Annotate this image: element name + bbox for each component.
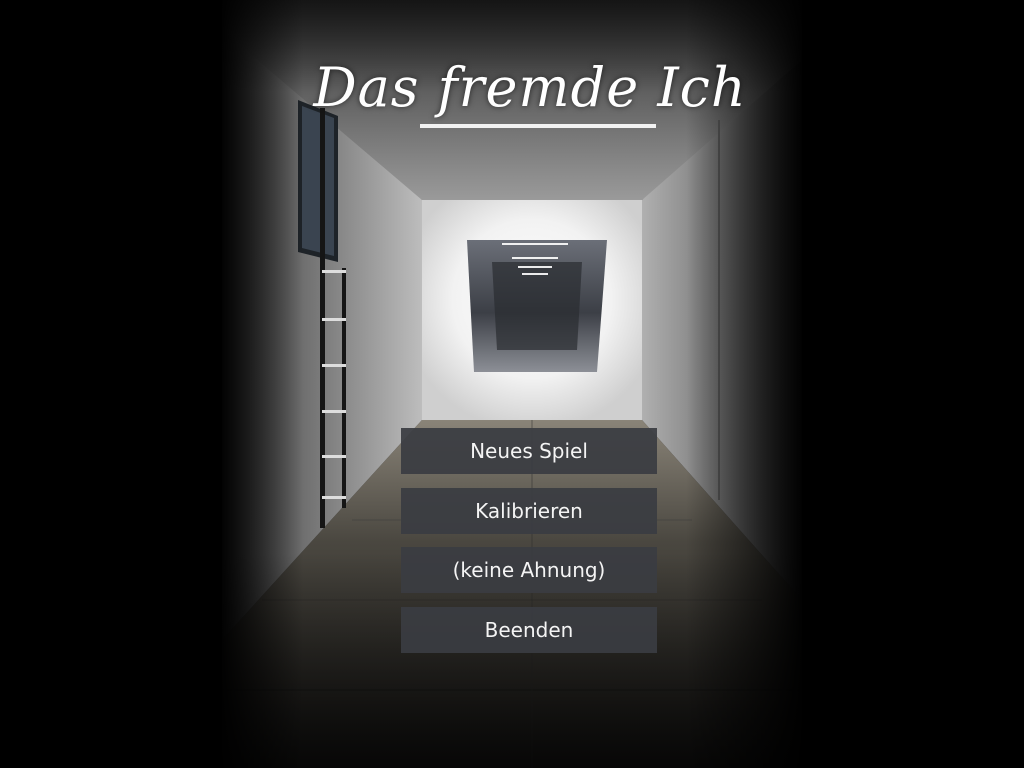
no-idea-button[interactable]: (keine Ahnung): [401, 547, 657, 593]
new-game-button[interactable]: Neues Spiel: [401, 428, 657, 474]
main-menu-screen: Das fremde Ich Neues Spiel Kalibrieren (…: [0, 0, 1024, 768]
game-title: Das fremde Ich: [313, 56, 747, 119]
main-menu: Neues Spiel Kalibrieren (keine Ahnung) B…: [401, 428, 657, 667]
quit-button[interactable]: Beenden: [401, 607, 657, 653]
calibrate-button[interactable]: Kalibrieren: [401, 488, 657, 534]
